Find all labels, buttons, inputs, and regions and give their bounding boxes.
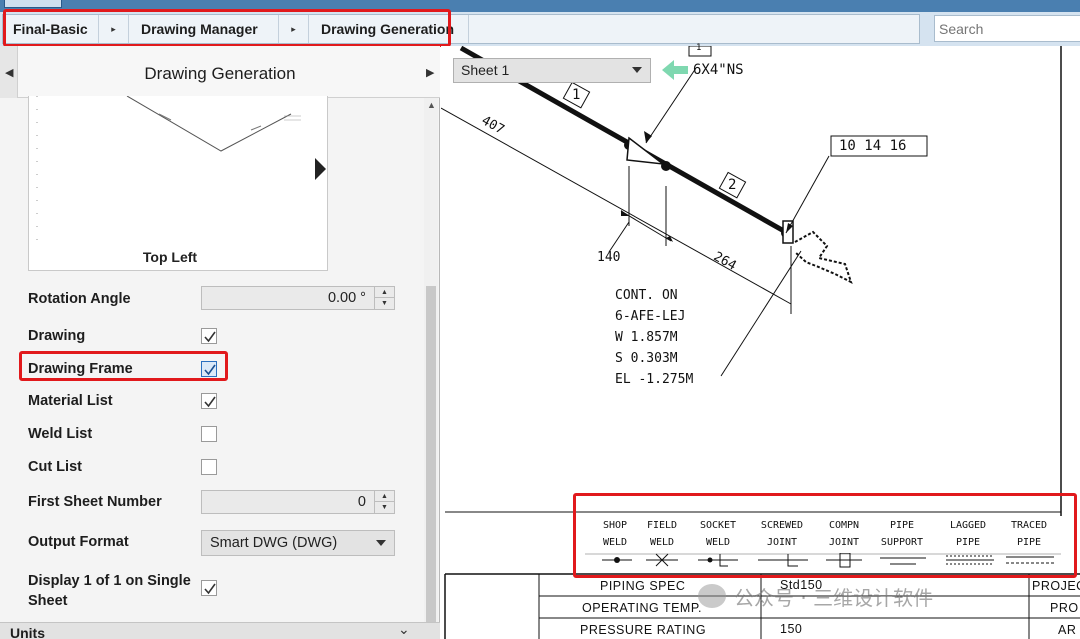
checkmark-icon — [204, 331, 216, 343]
display-single-sheet-checkbox[interactable] — [201, 580, 217, 596]
annotation-line-3: W 1.857M — [615, 330, 678, 345]
pressure-rating-value: 150 — [780, 622, 803, 636]
output-format-value: Smart DWG (DWG) — [210, 535, 338, 551]
operating-temp-label: OPERATING TEMP. — [582, 601, 703, 615]
chevron-down-icon[interactable]: ⌄ — [398, 621, 410, 638]
spin-down-icon[interactable]: ▼ — [375, 298, 394, 309]
annotation-line-1: CONT. ON — [615, 288, 678, 303]
annotation-line-5: EL -1.275M — [615, 372, 694, 387]
top-tag-label: 1 — [696, 43, 702, 53]
output-format-select[interactable]: Smart DWG (DWG) — [201, 530, 395, 556]
rotation-angle-value: 0.00 ° — [327, 290, 366, 306]
rotation-angle-input[interactable]: 0.00 ° ▲ ▼ — [201, 286, 395, 310]
chevron-down-icon — [632, 67, 642, 73]
sheet-select[interactable]: Sheet 1 — [453, 58, 651, 83]
preview-caption: Top Left — [142, 249, 198, 265]
sheet-select-value: Sheet 1 — [461, 62, 510, 78]
panel-forward-icon[interactable]: ▶ — [426, 66, 434, 79]
panel-back-icon[interactable]: ◀ — [5, 66, 13, 79]
segment-tag-1: 1 — [572, 87, 581, 103]
annotation-line-2: 6-AFE-LEJ — [615, 309, 686, 324]
layout-preview[interactable]: Top Left — [28, 95, 328, 271]
search-input[interactable] — [934, 15, 1080, 42]
dimension-140: 140 — [597, 250, 621, 265]
units-label: Units — [10, 625, 45, 639]
cut-list-checkbox[interactable] — [201, 459, 217, 475]
preview-next-icon[interactable] — [315, 158, 326, 180]
weld-list-checkbox[interactable] — [201, 426, 217, 442]
coordinate-box: 10 14 16 — [839, 138, 907, 154]
project-label: PROJEC — [1032, 579, 1080, 593]
navigate-back-icon[interactable] — [662, 60, 690, 80]
material-list-checkbox[interactable] — [201, 393, 217, 409]
preview-drawing-thumbnail — [36, 95, 301, 246]
checkmark-icon — [204, 583, 216, 595]
highlight-symbol-legend — [573, 493, 1077, 578]
highlight-breadcrumb — [3, 9, 451, 47]
checkmark-icon — [204, 396, 216, 408]
weld-list-label: Weld List — [28, 426, 93, 442]
pipe-size-label: 6X4"NS — [693, 62, 744, 78]
wechat-logo-icon — [698, 584, 726, 608]
highlight-drawing-frame — [19, 351, 228, 381]
material-list-label: Material List — [28, 393, 113, 409]
scrollbar-thumb[interactable] — [426, 286, 436, 622]
chevron-down-icon — [376, 540, 386, 546]
spin-up-icon[interactable]: ▲ — [375, 287, 394, 298]
output-format-label: Output Format — [28, 534, 129, 550]
first-sheet-number-input[interactable]: 0 ▲ ▼ — [201, 490, 395, 514]
pressure-rating-label: PRESSURE RATING — [580, 623, 707, 637]
display-single-sheet-label: Display 1 of 1 on Single Sheet — [28, 573, 191, 609]
first-sheet-number-value: 0 — [357, 494, 366, 510]
app-tab[interactable] — [4, 0, 62, 8]
piping-spec-label: PIPING SPEC — [600, 579, 686, 593]
spin-down-icon[interactable]: ▼ — [375, 502, 394, 513]
units-section-header[interactable]: Units ⌄ — [0, 621, 440, 639]
drawing-checkbox[interactable] — [201, 328, 217, 344]
project-sub-label: PRO — [1050, 601, 1079, 615]
first-sheet-number-label: First Sheet Number — [28, 494, 162, 510]
panel-title: Drawing Generation — [144, 64, 296, 83]
annotation-line-4: S 0.303M — [615, 351, 678, 366]
watermark-text: 公众号 · 三维设计软件 — [734, 586, 934, 610]
spin-up-icon[interactable]: ▲ — [375, 491, 394, 502]
segment-tag-2: 2 — [728, 177, 737, 193]
drawing-label: Drawing — [28, 328, 86, 344]
panel-header: ◀ Drawing Generation ▶ — [0, 46, 440, 98]
drawing-generation-panel: ◀ Drawing Generation ▶ Top Left ▲ Rotati… — [0, 46, 440, 639]
cut-list-label: Cut List — [28, 459, 82, 475]
scroll-up-icon[interactable]: ▲ — [427, 100, 436, 110]
rotation-angle-label: Rotation Angle — [28, 291, 131, 307]
area-label: AR — [1058, 623, 1077, 637]
